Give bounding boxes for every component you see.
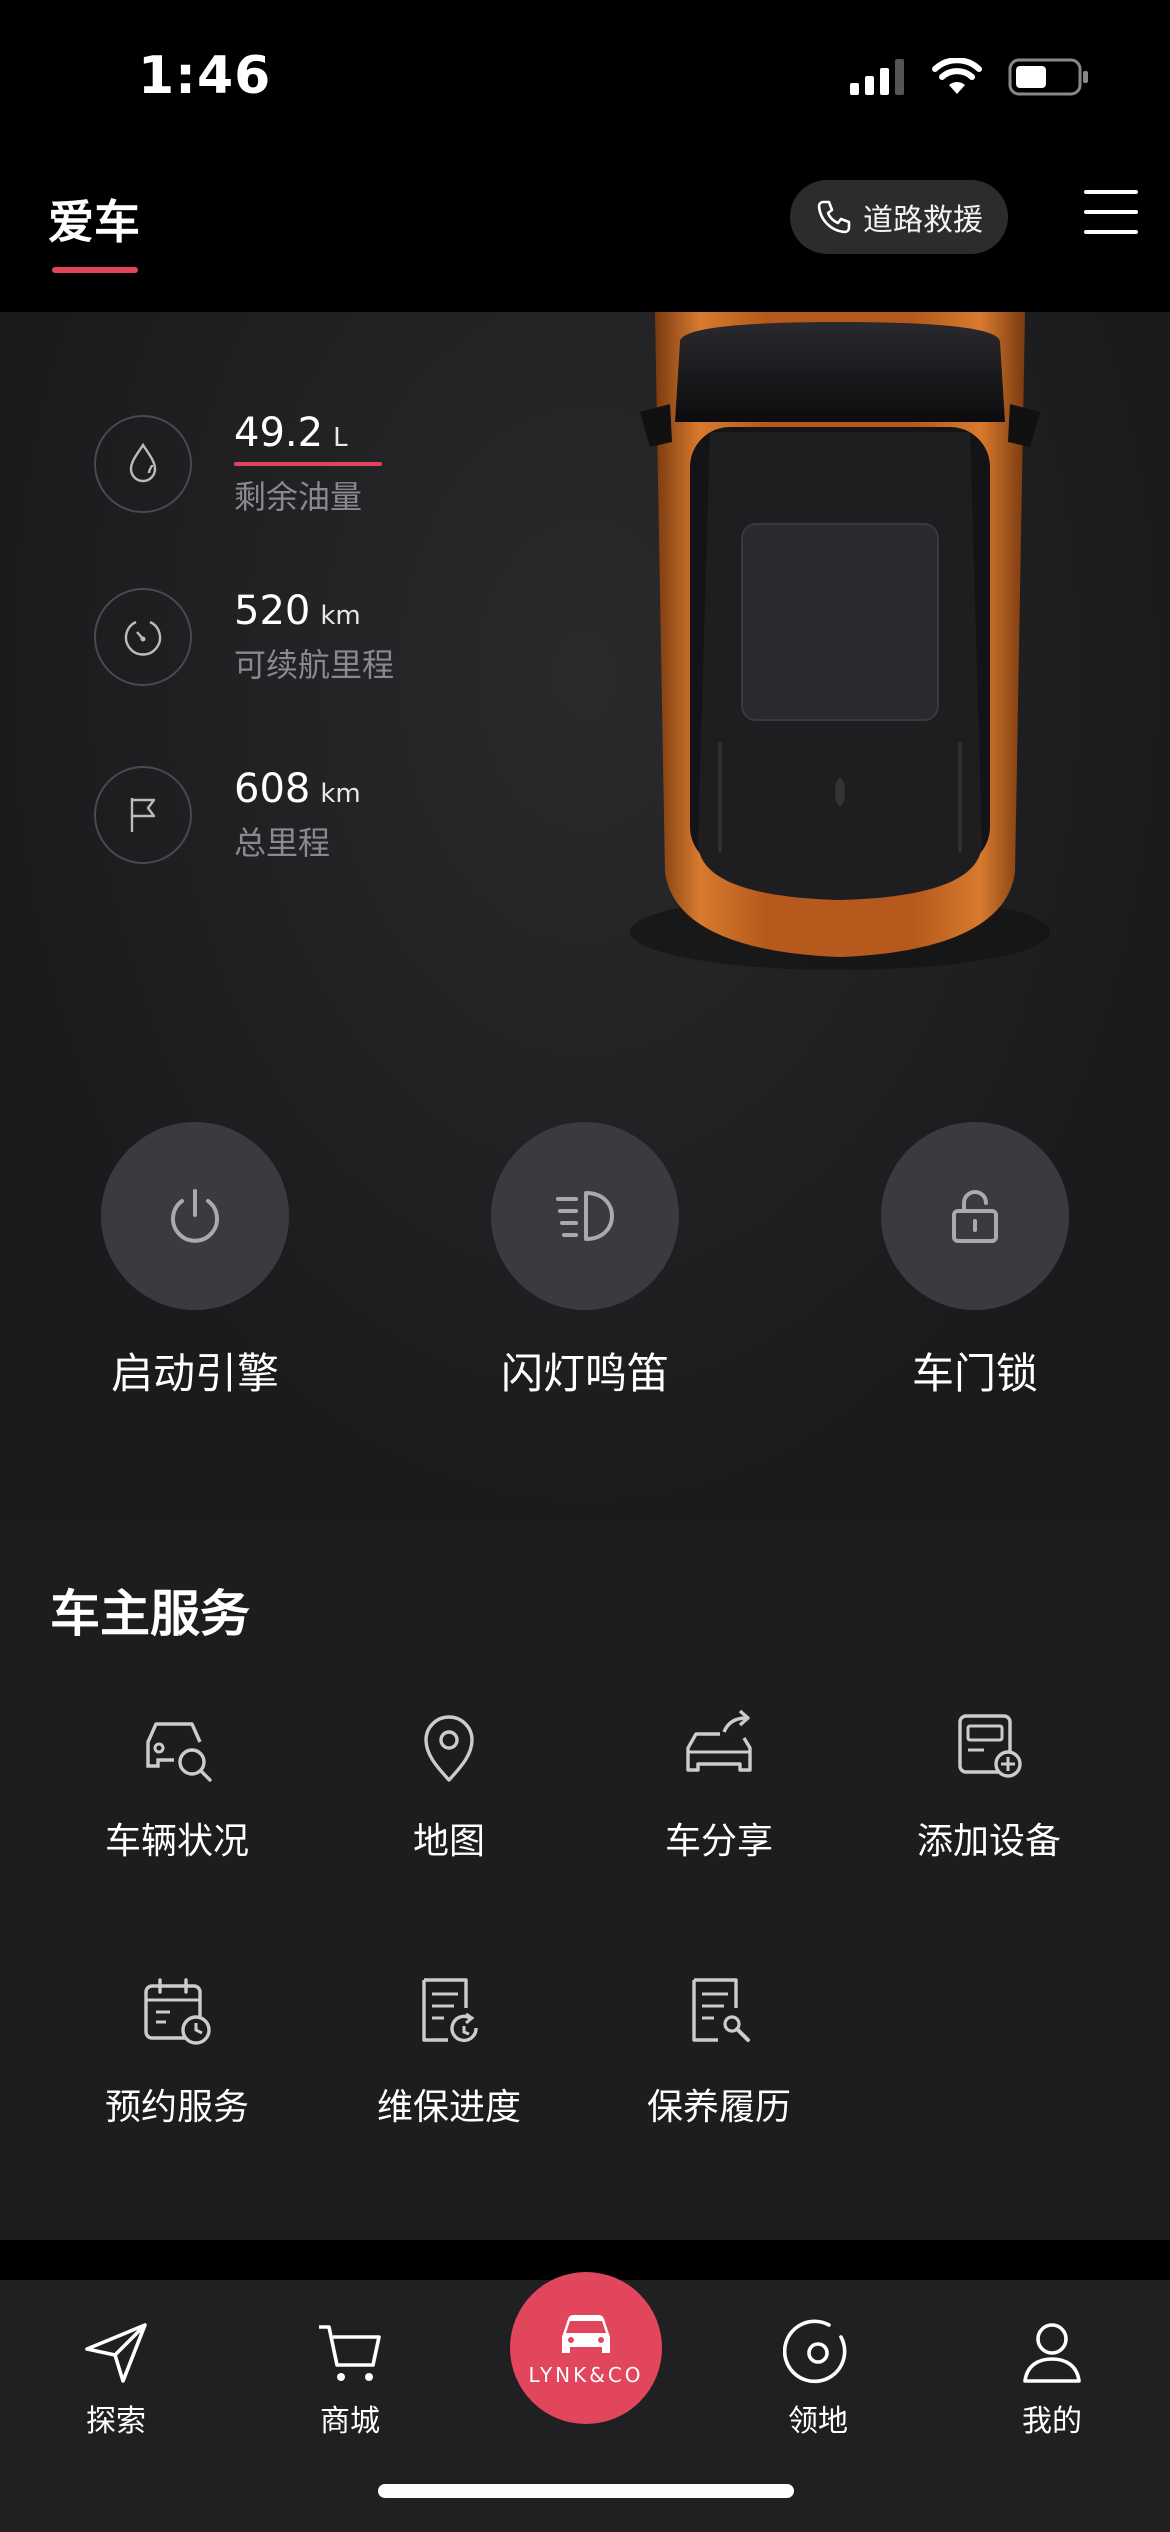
wifi-icon xyxy=(932,58,982,94)
maintenance-doc-icon xyxy=(674,1968,764,2058)
vehicle-overview: 49.2 L 剩余油量 520 km 可续航里程 608 km 总里程 启动引擎… xyxy=(0,312,1170,1522)
home-indicator[interactable] xyxy=(378,2484,794,2498)
service-maintenance-progress-label: 维保进度 xyxy=(376,2087,521,2128)
road-rescue-button[interactable]: 道路救援 xyxy=(790,180,1008,254)
status-bar: 1:46 xyxy=(0,0,1170,150)
services-title: 车主服务 xyxy=(50,1585,250,1643)
tab-my-car[interactable]: LYNK&CO xyxy=(510,2272,662,2424)
status-icons xyxy=(850,58,1090,96)
fuel-stat: 49.2 L 剩余油量 xyxy=(94,410,382,518)
tab-mine-label: 我的 xyxy=(1022,2404,1082,2439)
car-top-view-image xyxy=(630,312,1050,970)
flash-horn-control[interactable]: 闪灯鸣笛 xyxy=(490,1122,680,1401)
fuel-value: 49.2 xyxy=(234,410,324,456)
range-stat: 520 km 可续航里程 xyxy=(94,588,394,686)
service-maintenance-progress[interactable]: 维保进度 xyxy=(314,1968,584,2130)
owner-services-panel: 车主服务 车辆状况 地图 车分享 添加设备 预约服务 维保进度 保养履历 xyxy=(0,1522,1170,2240)
odometer-value: 608 xyxy=(234,766,311,812)
active-tab-indicator xyxy=(52,267,138,273)
fuel-unit: L xyxy=(333,423,348,453)
start-engine-button[interactable] xyxy=(101,1122,289,1310)
page-title: 爱车 xyxy=(48,195,140,249)
door-lock-control[interactable]: 车门锁 xyxy=(880,1122,1070,1401)
service-maintenance-history-label: 保养履历 xyxy=(646,2087,791,2128)
service-car-share[interactable]: 车分享 xyxy=(584,1702,854,1864)
signal-icon xyxy=(850,59,904,95)
unlock-icon xyxy=(952,1190,998,1243)
tab-mall[interactable]: 商城 xyxy=(280,2314,420,2440)
service-add-device[interactable]: 添加设备 xyxy=(854,1702,1124,1864)
start-engine-control[interactable]: 启动引擎 xyxy=(100,1122,290,1401)
tab-mall-label: 商城 xyxy=(320,2404,380,2439)
car-share-icon xyxy=(674,1702,764,1792)
service-map[interactable]: 地图 xyxy=(314,1702,584,1864)
odometer-label: 总里程 xyxy=(234,824,331,862)
range-gauge-icon xyxy=(94,588,192,686)
service-vehicle-status[interactable]: 车辆状况 xyxy=(42,1702,312,1864)
tab-explore-label: 探索 xyxy=(86,2404,146,2439)
send-icon xyxy=(85,2323,147,2383)
user-icon xyxy=(1023,2323,1081,2383)
tab-territory[interactable]: 领地 xyxy=(748,2314,888,2440)
service-appointment[interactable]: 预约服务 xyxy=(42,1968,312,2130)
menu-icon[interactable] xyxy=(1084,190,1138,240)
phone-icon xyxy=(817,200,851,234)
tab-territory-label: 领地 xyxy=(788,2404,848,2439)
service-map-label: 地图 xyxy=(412,1821,485,1862)
range-value: 520 xyxy=(234,588,311,634)
cart-icon xyxy=(319,2325,381,2381)
range-unit: km xyxy=(320,601,361,631)
headlight-icon xyxy=(556,1191,614,1241)
odometer-stat: 608 km 总里程 xyxy=(94,766,361,864)
map-pin-icon xyxy=(404,1702,494,1792)
progress-doc-icon xyxy=(404,1968,494,2058)
door-lock-label: 车门锁 xyxy=(911,1349,1038,1398)
add-device-icon xyxy=(944,1702,1034,1792)
power-icon xyxy=(171,1189,219,1243)
door-lock-button[interactable] xyxy=(881,1122,1069,1310)
service-appointment-label: 预约服务 xyxy=(104,2087,249,2128)
app-header: 爱车 道路救援 xyxy=(0,150,1170,312)
service-car-share-label: 车分享 xyxy=(664,1821,773,1862)
car-search-icon xyxy=(132,1702,222,1792)
service-add-device-label: 添加设备 xyxy=(916,1821,1061,1862)
status-time: 1:46 xyxy=(138,46,272,106)
car-icon xyxy=(562,2315,610,2353)
flag-icon xyxy=(94,766,192,864)
tab-mine[interactable]: 我的 xyxy=(982,2314,1122,2440)
service-vehicle-status-label: 车辆状况 xyxy=(104,1821,249,1862)
start-engine-label: 启动引擎 xyxy=(110,1349,279,1398)
flash-horn-button[interactable] xyxy=(491,1122,679,1310)
fuel-drop-icon xyxy=(94,415,192,513)
fuel-low-indicator xyxy=(234,462,382,466)
tab-explore[interactable]: 探索 xyxy=(46,2314,186,2440)
target-icon xyxy=(783,2319,847,2384)
road-rescue-label: 道路救援 xyxy=(863,203,983,238)
battery-icon xyxy=(1008,58,1088,96)
range-label: 可续航里程 xyxy=(234,646,395,684)
odometer-unit: km xyxy=(320,779,361,809)
flash-horn-label: 闪灯鸣笛 xyxy=(500,1349,669,1398)
fuel-label: 剩余油量 xyxy=(234,478,363,516)
calendar-clock-icon xyxy=(132,1968,222,2058)
brand-logo-text: LYNK&CO xyxy=(528,2363,644,2387)
service-maintenance-history[interactable]: 保养履历 xyxy=(584,1968,854,2130)
